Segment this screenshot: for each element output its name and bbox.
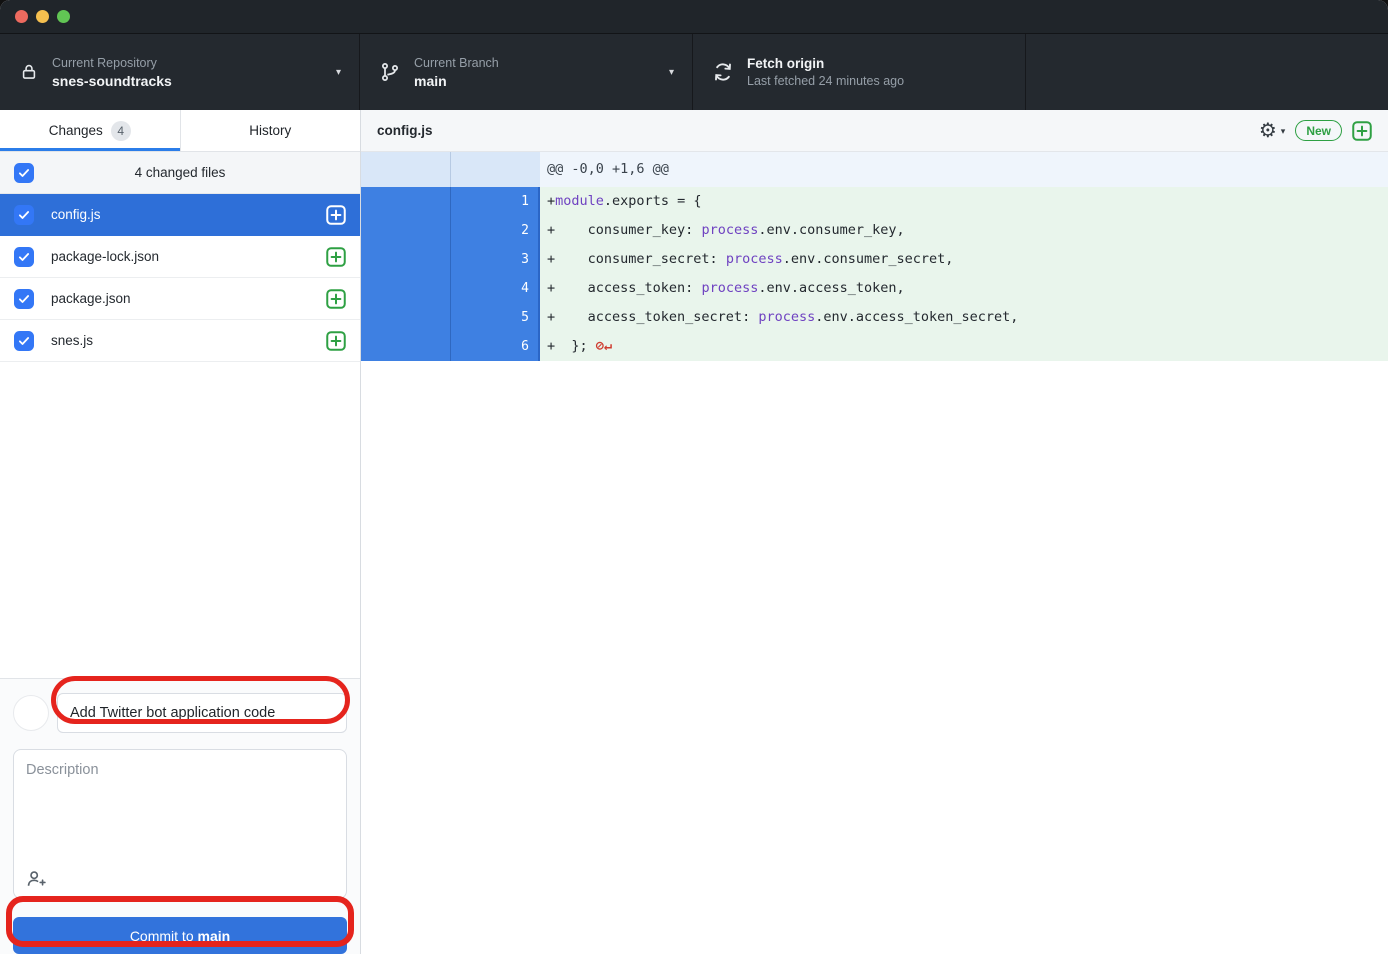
current-repository-value: snes-soundtracks [52,73,172,89]
file-row-package.json[interactable]: package.json [0,278,360,320]
titlebar [0,0,1388,33]
commit-button[interactable]: Commit to main [13,917,347,954]
diff-line-gutter[interactable]: 5 [361,303,540,332]
commit-summary-input[interactable]: Add Twitter bot application code [57,693,347,733]
file-row-snes.js[interactable]: snes.js [0,320,360,362]
toolbar: Current Repository snes-soundtracks ▾ Cu… [0,33,1388,110]
old-line-number [361,332,451,361]
diff-line-2: 2+ consumer_key: process.env.consumer_ke… [361,216,1388,245]
chevron-down-icon: ▾ [1281,126,1286,136]
current-repository-label: Current Repository [52,56,172,70]
diff-view: config.js ⚙▾ New @@ -0,0 +1,6 @@ 1+modul… [361,110,1388,954]
lock-icon [20,63,38,81]
current-branch-label: Current Branch [414,56,499,70]
tab-changes[interactable]: Changes 4 [0,110,181,152]
diff-line-gutter[interactable]: 1 [361,187,540,216]
commit-description-textarea[interactable]: Description [13,749,347,899]
chevron-down-icon: ▾ [669,67,674,78]
diff-lines: 1+module.exports = {2+ consumer_key: pro… [361,187,1388,361]
add-coauthor-icon[interactable] [26,869,47,888]
file-status-added-icon [326,289,346,309]
file-checkbox[interactable] [14,289,34,309]
file-row-package-lock.json[interactable]: package-lock.json [0,236,360,278]
tab-history-label: History [249,123,291,138]
diff-line-code: + access_token_secret: process.env.acces… [540,303,1388,332]
plus-square-icon[interactable] [1352,121,1372,141]
file-name: package-lock.json [51,249,326,264]
git-branch-icon [380,62,400,82]
file-name: package.json [51,291,326,306]
file-checkbox[interactable] [14,247,34,267]
description-placeholder: Description [26,762,334,778]
diff-line-5: 5+ access_token_secret: process.env.acce… [361,303,1388,332]
diff-line-3: 3+ consumer_secret: process.env.consumer… [361,245,1388,274]
old-line-number [361,245,451,274]
file-name: snes.js [51,333,326,348]
sidebar: Changes 4 History 4 changed files config… [0,110,361,954]
new-line-number: 4 [451,274,538,303]
minimize-button[interactable] [36,10,49,23]
new-line-number: 2 [451,216,538,245]
close-button[interactable] [15,10,28,23]
diff-line-6: 6+ }; ⊘↵ [361,332,1388,361]
old-line-number [361,274,451,303]
file-name: config.js [51,207,326,222]
file-list: config.js package-lock.json package.json sn… [0,194,360,362]
diff-line-code: +module.exports = { [540,187,1388,216]
chevron-down-icon: ▾ [336,67,341,78]
old-line-number [361,187,451,216]
fetch-origin-label: Fetch origin [747,56,904,71]
changed-files-count: 4 changed files [34,165,326,180]
new-line-number: 5 [451,303,538,332]
diff-line-code: + access_token: process.env.access_token… [540,274,1388,303]
diff-line-code: + consumer_secret: process.env.consumer_… [540,245,1388,274]
diff-line-1: 1+module.exports = { [361,187,1388,216]
new-line-number: 1 [451,187,538,216]
file-status-added-icon [326,247,346,267]
current-branch-value: main [414,73,499,89]
select-all-checkbox[interactable] [14,163,34,183]
avatar [13,695,49,731]
commit-button-prefix: Commit to [130,928,198,944]
last-fetched-text: Last fetched 24 minutes ago [747,74,904,88]
sync-icon [713,62,733,82]
diff-line-code: + }; ⊘↵ [540,332,1388,361]
select-all-files-row[interactable]: 4 changed files [0,152,360,194]
current-branch-button[interactable]: Current Branch main ▾ [360,34,693,110]
diff-line-code: + consumer_key: process.env.consumer_key… [540,216,1388,245]
tab-changes-label: Changes [49,123,103,138]
file-status-new-badge: New [1295,120,1342,141]
fetch-origin-button[interactable]: Fetch origin Last fetched 24 minutes ago [693,34,1026,110]
diff-header: config.js ⚙▾ New [361,110,1388,152]
commit-button-branch: main [198,928,231,944]
hunk-gutter [361,152,540,187]
old-line-number [361,216,451,245]
maximize-button[interactable] [57,10,70,23]
diff-line-4: 4+ access_token: process.env.access_toke… [361,274,1388,303]
gear-icon[interactable]: ⚙▾ [1259,121,1285,141]
commit-summary-row: Add Twitter bot application code [13,693,347,733]
file-checkbox[interactable] [14,205,34,225]
file-list-empty-area [0,362,360,678]
hunk-header-row: @@ -0,0 +1,6 @@ [361,152,1388,187]
tab-history[interactable]: History [181,110,361,152]
new-line-number: 6 [451,332,538,361]
diff-file-title: config.js [377,123,433,138]
diff-line-gutter[interactable]: 4 [361,274,540,303]
changes-count-badge: 4 [111,121,131,141]
commit-panel: Add Twitter bot application code Descrip… [0,678,360,954]
github-desktop-window: Current Repository snes-soundtracks ▾ Cu… [0,0,1388,954]
file-checkbox[interactable] [14,331,34,351]
new-line-number: 3 [451,245,538,274]
diff-line-gutter[interactable]: 3 [361,245,540,274]
hunk-header-text: @@ -0,0 +1,6 @@ [540,152,1388,187]
diff-line-gutter[interactable]: 6 [361,332,540,361]
tab-bar: Changes 4 History [0,110,360,152]
file-row-config.js[interactable]: config.js [0,194,360,236]
current-repository-button[interactable]: Current Repository snes-soundtracks ▾ [0,34,360,110]
file-status-added-icon [326,331,346,351]
file-status-added-icon [326,205,346,225]
old-line-number [361,303,451,332]
diff-line-gutter[interactable]: 2 [361,216,540,245]
